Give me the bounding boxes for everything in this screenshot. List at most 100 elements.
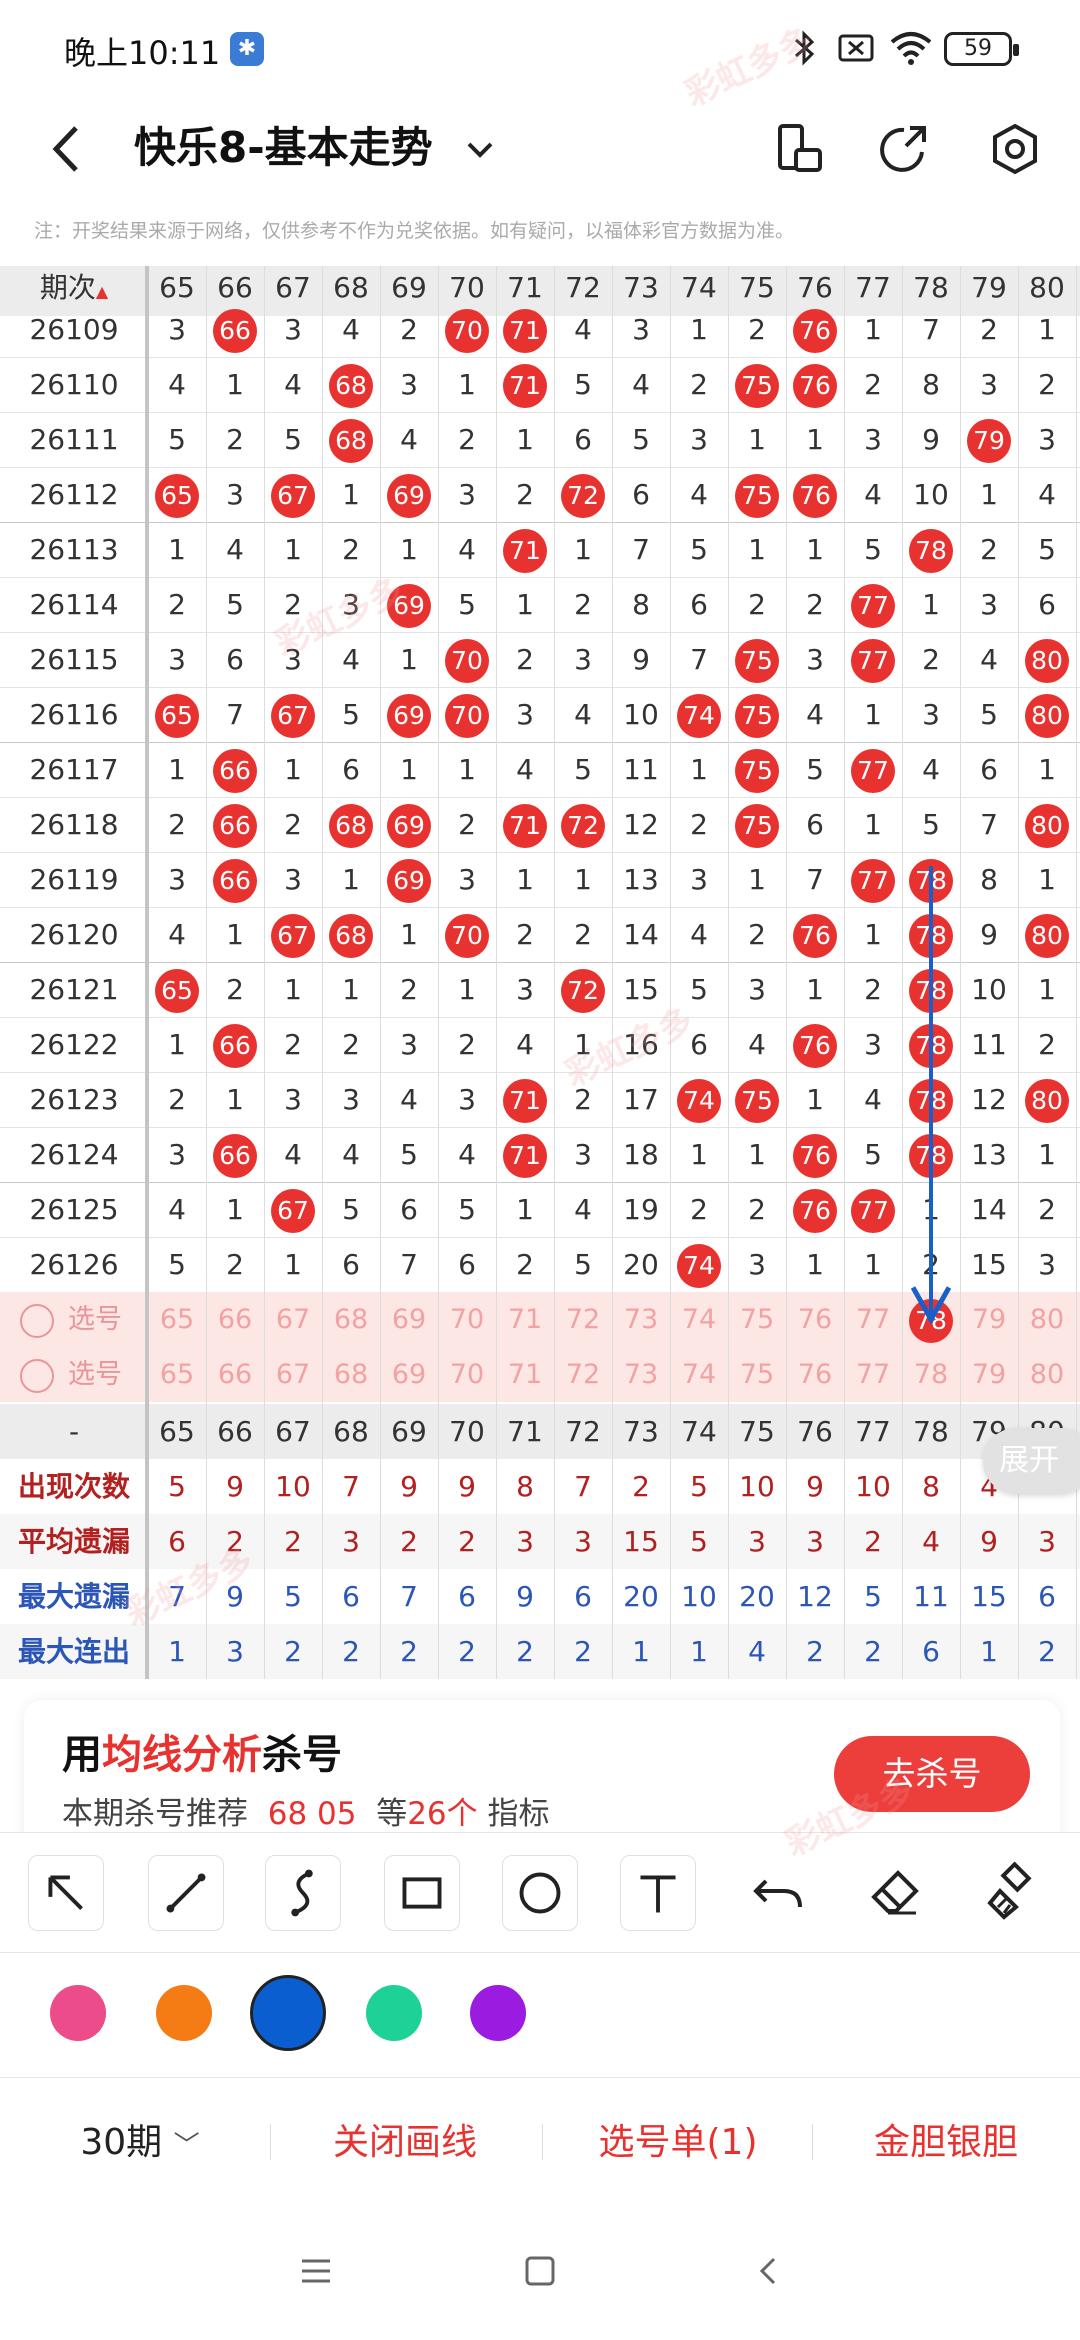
arrow-tool-icon[interactable] [28, 1855, 104, 1931]
number-cell[interactable]: 4 [844, 467, 902, 522]
number-cell[interactable]: 2 [264, 577, 322, 632]
pick-number[interactable]: 78 [902, 1347, 960, 1402]
number-cell[interactable]: 3 [264, 1072, 322, 1127]
number-cell[interactable]: 1 [902, 1182, 960, 1237]
number-cell[interactable]: 1 [786, 962, 844, 1017]
pick-number[interactable]: 66 [206, 1347, 264, 1402]
pick-number[interactable]: 70 [438, 1347, 496, 1402]
pick-number[interactable]: 73 [612, 1292, 670, 1347]
pick-number[interactable]: 78 [902, 1292, 960, 1347]
pick-number[interactable]: 77 [844, 1292, 902, 1347]
number-cell[interactable]: 66 [206, 742, 264, 797]
number-cell[interactable]: 69 [380, 797, 438, 852]
pick-number[interactable]: 68 [322, 1292, 380, 1347]
pick-number[interactable]: 80 [1018, 1292, 1076, 1347]
number-cell[interactable]: 7 [960, 797, 1018, 852]
number-cell[interactable]: 69 [380, 577, 438, 632]
number-cell[interactable]: 2 [438, 1017, 496, 1072]
number-cell[interactable]: 77 [844, 577, 902, 632]
number-cell[interactable]: 2 [1018, 1017, 1076, 1072]
number-cell[interactable]: 5 [554, 742, 612, 797]
number-cell[interactable]: 20 [612, 1237, 670, 1292]
number-cell[interactable]: 1 [728, 522, 786, 577]
number-cell[interactable]: 3 [728, 1237, 786, 1292]
number-cell[interactable]: 4 [206, 522, 264, 577]
number-cell[interactable]: 67 [264, 1182, 322, 1237]
number-cell[interactable]: 1 [554, 1017, 612, 1072]
pick-list-button[interactable]: 选号单(1) [568, 2078, 788, 2208]
number-cell[interactable]: 2 [206, 412, 264, 467]
pick-number[interactable]: 71 [496, 1292, 554, 1347]
number-cell[interactable]: 2 [728, 907, 786, 962]
number-cell[interactable]: 6 [960, 742, 1018, 797]
number-cell[interactable]: 5 [148, 1237, 206, 1292]
number-cell[interactable]: 4 [380, 412, 438, 467]
number-cell[interactable]: 78 [902, 522, 960, 577]
number-cell[interactable]: 1 [844, 687, 902, 742]
number-cell[interactable]: 2 [322, 1017, 380, 1072]
number-cell[interactable]: 1 [960, 467, 1018, 522]
number-cell[interactable]: 4 [148, 907, 206, 962]
number-cell[interactable]: 76 [786, 302, 844, 357]
settings-icon[interactable] [980, 114, 1050, 184]
number-cell[interactable]: 68 [322, 357, 380, 412]
number-cell[interactable]: 1 [322, 962, 380, 1017]
home-icon[interactable] [520, 2251, 560, 2291]
number-cell[interactable]: 1 [496, 577, 554, 632]
pick-number[interactable]: 77 [844, 1347, 902, 1402]
number-cell[interactable]: 1 [554, 852, 612, 907]
number-cell[interactable]: 2 [554, 907, 612, 962]
number-cell[interactable]: 3 [148, 632, 206, 687]
number-cell[interactable]: 1 [728, 412, 786, 467]
number-cell[interactable]: 5 [1018, 522, 1076, 577]
number-cell[interactable]: 3 [148, 302, 206, 357]
number-cell[interactable]: 6 [1018, 577, 1076, 632]
pick-number[interactable]: 67 [264, 1347, 322, 1402]
number-cell[interactable]: 75 [728, 742, 786, 797]
number-cell[interactable]: 76 [786, 1017, 844, 1072]
pick-number[interactable]: 65 [148, 1347, 206, 1402]
number-cell[interactable]: 5 [206, 577, 264, 632]
number-cell[interactable]: 2 [844, 357, 902, 412]
number-cell[interactable]: 6 [786, 797, 844, 852]
number-cell[interactable]: 67 [264, 467, 322, 522]
text-tool-icon[interactable] [620, 1855, 696, 1931]
number-cell[interactable]: 1 [380, 522, 438, 577]
number-cell[interactable]: 71 [496, 522, 554, 577]
undo-icon[interactable] [742, 1855, 818, 1931]
number-cell[interactable]: 4 [264, 1127, 322, 1182]
number-cell[interactable]: 2 [902, 1237, 960, 1292]
pick-number[interactable]: 73 [612, 1347, 670, 1402]
line-tool-icon[interactable] [148, 1855, 224, 1931]
number-cell[interactable]: 15 [960, 1237, 1018, 1292]
number-cell[interactable]: 3 [960, 357, 1018, 412]
pick-number[interactable]: 74 [670, 1292, 728, 1347]
number-cell[interactable]: 1 [1018, 1127, 1076, 1182]
chevron-down-icon[interactable] [455, 114, 505, 184]
number-cell[interactable]: 2 [786, 577, 844, 632]
number-cell[interactable]: 1 [670, 742, 728, 797]
number-cell[interactable]: 68 [322, 907, 380, 962]
pick-number[interactable]: 74 [670, 1347, 728, 1402]
number-cell[interactable]: 3 [844, 412, 902, 467]
gold-silver-button[interactable]: 金胆银胆 [840, 2078, 1052, 2208]
pick-number[interactable]: 80 [1018, 1347, 1076, 1402]
number-cell[interactable]: 78 [902, 852, 960, 907]
eraser-icon[interactable] [858, 1855, 934, 1931]
number-cell[interactable]: 3 [670, 412, 728, 467]
number-cell[interactable]: 80 [1018, 1072, 1076, 1127]
number-cell[interactable]: 8 [902, 357, 960, 412]
number-cell[interactable]: 5 [670, 962, 728, 1017]
number-cell[interactable]: 66 [206, 1127, 264, 1182]
number-cell[interactable]: 75 [728, 687, 786, 742]
number-cell[interactable]: 70 [438, 687, 496, 742]
color-swatch[interactable] [250, 1975, 326, 2051]
pick-number[interactable]: 79 [960, 1292, 1018, 1347]
number-cell[interactable]: 1 [786, 522, 844, 577]
number-cell[interactable]: 3 [1018, 412, 1076, 467]
number-cell[interactable]: 3 [496, 962, 554, 1017]
number-cell[interactable]: 4 [554, 1182, 612, 1237]
color-swatch[interactable] [50, 1985, 106, 2041]
number-cell[interactable]: 75 [728, 797, 786, 852]
number-cell[interactable]: 2 [496, 1237, 554, 1292]
